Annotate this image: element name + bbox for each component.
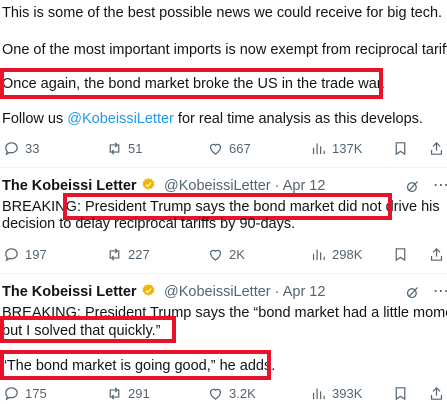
reply-button[interactable]: 33 xyxy=(3,138,39,158)
retweet-button[interactable]: 227 xyxy=(106,244,150,264)
heart-icon xyxy=(209,143,222,155)
verified-badge-icon xyxy=(142,283,154,296)
bookmark-icon xyxy=(395,247,406,261)
highlight-box xyxy=(0,68,383,99)
share-button[interactable] xyxy=(428,383,445,403)
tweet-1-line-1: This is some of the best possible news w… xyxy=(2,5,443,21)
bar-chart-icon xyxy=(312,249,325,260)
bookmark-icon xyxy=(395,141,406,155)
bookmark-icon xyxy=(395,386,406,400)
divider xyxy=(0,167,447,168)
grok-icon[interactable] xyxy=(405,285,420,300)
heart-icon xyxy=(209,249,222,261)
retweet-button[interactable]: 51 xyxy=(106,138,142,158)
reply-icon xyxy=(5,386,18,400)
author-name[interactable]: The Kobeissi Letter xyxy=(2,284,137,300)
bookmark-button[interactable] xyxy=(392,383,409,403)
bookmark-button[interactable] xyxy=(392,244,409,264)
highlight-box xyxy=(0,350,271,380)
tweet-1-line-2: One of the most important imports is now… xyxy=(2,42,447,58)
views-button[interactable]: 137K xyxy=(310,138,362,158)
retweet-button[interactable]: 291 xyxy=(106,383,150,403)
handle-and-date[interactable]: @KobeissiLetter · Apr 12 xyxy=(164,284,325,300)
mention-link[interactable]: @KobeissiLetter xyxy=(67,111,174,127)
share-icon xyxy=(430,141,443,155)
more-options-icon[interactable]: ⋯ xyxy=(433,175,447,195)
views-button[interactable]: 298K xyxy=(310,244,362,264)
grok-icon[interactable] xyxy=(405,179,420,194)
like-button[interactable]: 667 xyxy=(207,138,251,158)
reply-button[interactable]: 175 xyxy=(3,383,47,403)
views-button[interactable]: 393K xyxy=(310,383,362,403)
retweet-icon xyxy=(109,247,120,261)
like-button[interactable]: 3.2K xyxy=(207,383,256,403)
verified-badge-icon xyxy=(142,177,154,190)
share-icon xyxy=(430,247,443,261)
bar-chart-icon xyxy=(312,388,325,399)
author-name[interactable]: The Kobeissi Letter xyxy=(2,178,137,194)
share-icon xyxy=(430,386,443,400)
bar-chart-icon xyxy=(312,143,325,154)
heart-icon xyxy=(209,388,222,400)
divider xyxy=(0,273,447,274)
like-button[interactable]: 2K xyxy=(207,244,245,264)
reply-button[interactable]: 197 xyxy=(3,244,47,264)
retweet-icon xyxy=(109,141,120,155)
tweet-1-actions: 33 51 667 137K xyxy=(0,138,447,158)
tweet-2-actions: 197 227 2K 298K xyxy=(0,244,447,264)
retweet-icon xyxy=(109,386,120,400)
highlight-box xyxy=(0,316,176,343)
bookmark-button[interactable] xyxy=(392,138,409,158)
more-options-icon[interactable]: ⋯ xyxy=(433,281,447,301)
share-button[interactable] xyxy=(428,244,445,264)
reply-icon xyxy=(5,247,18,261)
reply-icon xyxy=(5,141,18,155)
share-button[interactable] xyxy=(428,138,445,158)
tweet-3-actions: 175 291 3.2K 393K xyxy=(0,383,447,403)
tweet-3-header: The Kobeissi Letter @KobeissiLetter · Ap… xyxy=(2,283,325,301)
handle-and-date[interactable]: @KobeissiLetter · Apr 12 xyxy=(164,178,325,194)
tweet-1-line-4: Follow us @KobeissiLetter for real time … xyxy=(2,111,423,127)
tweet-2-line-2: decision to delay reciprocal tariffs by … xyxy=(2,216,296,232)
